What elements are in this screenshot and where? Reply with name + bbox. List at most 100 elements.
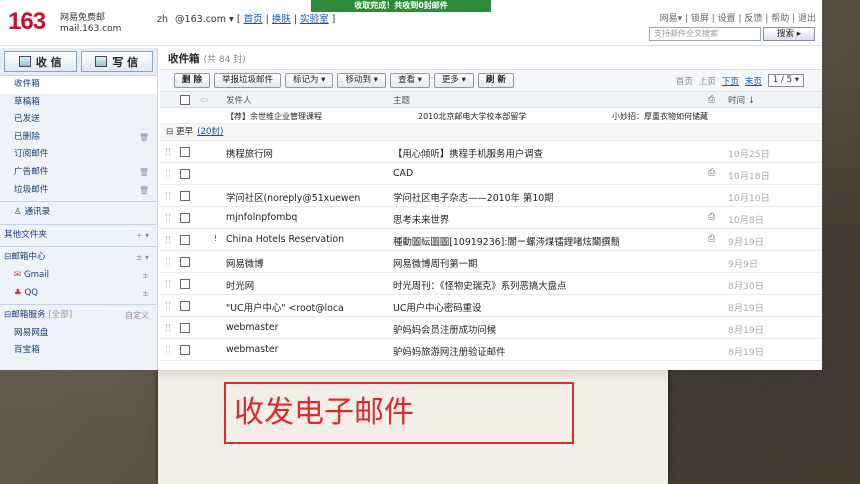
sidebar-services[interactable]: ⊟邮箱服务 [全部] 自定义 bbox=[0, 307, 157, 325]
more-button[interactable]: 更多 ▾ bbox=[433, 73, 474, 88]
row-sender[interactable]: 学问社区(noreply@51xuewen bbox=[226, 190, 376, 204]
link-home[interactable]: 首页 bbox=[244, 14, 263, 25]
row-subject[interactable]: UC用户中心密码重设 bbox=[393, 300, 705, 314]
sidebar-item-ads[interactable]: 广告邮件 🗑 bbox=[0, 164, 157, 182]
link-lab[interactable]: 实验室 bbox=[300, 14, 329, 25]
drag-handle-icon[interactable] bbox=[166, 324, 170, 332]
ad-right[interactable]: 小妙招：厚重衣物如何储藏 bbox=[612, 111, 708, 122]
row-checkbox[interactable] bbox=[180, 279, 190, 289]
add-folder-icon[interactable]: + ▾ bbox=[136, 227, 149, 245]
row-subject[interactable]: 学问社区电子杂志——2010年 第10期 bbox=[393, 190, 705, 204]
move-to-button[interactable]: 移动到 ▾ bbox=[337, 73, 386, 88]
link-logout[interactable]: 退出 bbox=[798, 14, 816, 24]
sidebar-item-sent[interactable]: 已发送 bbox=[0, 111, 157, 129]
drag-handle-icon[interactable] bbox=[166, 148, 170, 156]
sidebar-item-netdisk[interactable]: 网易网盘 bbox=[0, 325, 157, 343]
row-subject[interactable]: 驴妈妈会员注册成功问候 bbox=[393, 322, 705, 336]
group-count[interactable]: (20封) bbox=[197, 127, 223, 137]
table-row[interactable]: 时光网 时光周刊：《怪物史瑞克》系列恶搞大盘点 8月30日 bbox=[160, 273, 822, 295]
search-button[interactable]: 搜索 ▸ bbox=[763, 27, 815, 41]
row-sender[interactable]: mjnfolnpfombq bbox=[226, 212, 376, 223]
trash-icon[interactable]: 🗑 bbox=[139, 129, 149, 147]
link-netease[interactable]: 网易 bbox=[660, 14, 678, 24]
view-button[interactable]: 查看 ▾ bbox=[389, 73, 430, 88]
row-checkbox[interactable] bbox=[180, 147, 190, 157]
row-subject[interactable]: 网易微博周刊第一期 bbox=[393, 256, 705, 270]
drag-handle-icon[interactable] bbox=[166, 346, 170, 354]
row-checkbox[interactable] bbox=[180, 191, 190, 201]
table-row[interactable]: 携程旅行网 【用心倾听】携程手机服务用户调查 10月25日 bbox=[160, 141, 822, 163]
sidebar-item-drafts[interactable]: 草稿箱 bbox=[0, 94, 157, 112]
sidebar-item-contacts[interactable]: ♙ 通讯录 bbox=[0, 204, 157, 222]
col-subject[interactable]: 主题 bbox=[393, 94, 410, 106]
row-sender[interactable]: 网易微博 bbox=[226, 256, 376, 270]
qq-action-icon[interactable]: ± bbox=[142, 285, 149, 303]
compose-button[interactable]: 写 信 bbox=[80, 51, 153, 72]
page-select[interactable]: 1 / 5 ▾ bbox=[767, 74, 804, 87]
drag-handle-icon[interactable] bbox=[166, 192, 170, 200]
report-spam-button[interactable]: 举报垃圾邮件 bbox=[213, 73, 281, 88]
drag-handle-icon[interactable] bbox=[166, 236, 170, 244]
drag-handle-icon[interactable] bbox=[166, 280, 170, 288]
link-skin[interactable]: 换肤 bbox=[272, 14, 291, 25]
drag-handle-icon[interactable] bbox=[166, 214, 170, 222]
row-checkbox[interactable] bbox=[180, 213, 190, 223]
table-row[interactable]: 学问社区(noreply@51xuewen 学问社区电子杂志——2010年 第10… bbox=[160, 185, 822, 207]
link-lock[interactable]: 锁屏 bbox=[691, 14, 709, 24]
table-row[interactable]: 网易微博 网易微博周刊第一期 9月9日 bbox=[160, 251, 822, 273]
row-subject[interactable]: 思考未来世界 bbox=[393, 212, 705, 226]
trash-icon[interactable]: 🗑 bbox=[139, 182, 149, 200]
services-all-link[interactable]: [全部] bbox=[48, 310, 72, 320]
table-row[interactable]: webmaster 驴妈妈旅游网注册验证邮件 8月19日 bbox=[160, 339, 822, 361]
table-row[interactable]: CAD ⎙ 10月18日 bbox=[160, 163, 822, 185]
sidebar-item-qq[interactable]: ♣ QQ ± bbox=[0, 285, 157, 303]
pager-first[interactable]: 首页 bbox=[676, 75, 693, 87]
link-settings[interactable]: 设置 bbox=[718, 14, 736, 24]
table-row[interactable]: "UC用户中心" <root@loca UC用户中心密码重设 8月19日 bbox=[160, 295, 822, 317]
row-sender[interactable]: 携程旅行网 bbox=[226, 146, 376, 160]
search-input[interactable]: 支持邮件全文搜索 bbox=[649, 27, 761, 41]
row-subject[interactable]: 驴妈妈旅游网注册验证邮件 bbox=[393, 344, 705, 358]
mark-as-button[interactable]: 标记为 ▾ bbox=[284, 73, 334, 88]
receive-button[interactable]: 收 信 bbox=[4, 51, 77, 72]
row-sender[interactable]: 时光网 bbox=[226, 278, 376, 292]
group-header[interactable]: ⊟ 更早 (20封) bbox=[160, 124, 822, 141]
row-checkbox[interactable] bbox=[180, 345, 190, 355]
row-subject[interactable]: CAD bbox=[393, 168, 705, 179]
trash-icon[interactable]: 🗑 bbox=[139, 164, 149, 182]
sidebar-other-folders[interactable]: 其他文件夹 + ▾ bbox=[0, 227, 157, 245]
row-subject[interactable]: 【用心倾听】携程手机服务用户调查 bbox=[393, 146, 705, 160]
row-sender[interactable]: "UC用户中心" <root@loca bbox=[226, 300, 376, 314]
row-sender[interactable]: webmaster bbox=[226, 322, 376, 333]
services-custom-link[interactable]: 自定义 bbox=[125, 307, 149, 325]
row-sender[interactable]: China Hotels Reservation bbox=[226, 234, 376, 245]
sidebar-item-gmail[interactable]: ✉ Gmail ± bbox=[0, 267, 157, 285]
collapse-icon[interactable]: ⊟ bbox=[166, 127, 173, 137]
sidebar-item-spam[interactable]: 垃圾邮件 🗑 bbox=[0, 182, 157, 200]
mail-center-tools-icon[interactable]: ± ▾ bbox=[136, 249, 149, 267]
sidebar-item-inbox[interactable]: 收件箱 bbox=[0, 76, 157, 94]
row-checkbox[interactable] bbox=[180, 257, 190, 267]
drag-handle-icon[interactable] bbox=[166, 170, 170, 178]
link-help[interactable]: 帮助 bbox=[771, 14, 789, 24]
row-checkbox[interactable] bbox=[180, 301, 190, 311]
row-sender[interactable]: webmaster bbox=[226, 344, 376, 355]
ad-left[interactable]: 【荐】余世维企业管理课程 bbox=[226, 111, 322, 122]
sidebar-item-deleted[interactable]: 已删除 🗑 bbox=[0, 129, 157, 147]
row-checkbox[interactable] bbox=[180, 323, 190, 333]
account-dropdown-icon[interactable]: ▾ bbox=[229, 14, 237, 25]
table-row[interactable]: mjnfolnpfombq 思考未来世界 ⎙ 10月8日 bbox=[160, 207, 822, 229]
table-row[interactable]: webmaster 驴妈妈会员注册成功问候 8月19日 bbox=[160, 317, 822, 339]
pager-next[interactable]: 下页 bbox=[722, 75, 739, 87]
select-all-checkbox[interactable] bbox=[180, 94, 190, 105]
row-checkbox[interactable] bbox=[180, 169, 190, 179]
row-checkbox[interactable] bbox=[180, 235, 190, 245]
link-feedback[interactable]: 反馈 bbox=[744, 14, 762, 24]
refresh-button[interactable]: 刷 新 bbox=[477, 73, 514, 88]
row-subject[interactable]: 时光周刊：《怪物史瑞克》系列恶搞大盘点 bbox=[393, 278, 705, 292]
pager-last[interactable]: 末页 bbox=[745, 75, 762, 87]
drag-handle-icon[interactable] bbox=[166, 258, 170, 266]
delete-button[interactable]: 删 除 bbox=[174, 73, 210, 88]
gmail-action-icon[interactable]: ± bbox=[142, 267, 149, 285]
col-time[interactable]: 时间 ↓ bbox=[728, 94, 755, 106]
